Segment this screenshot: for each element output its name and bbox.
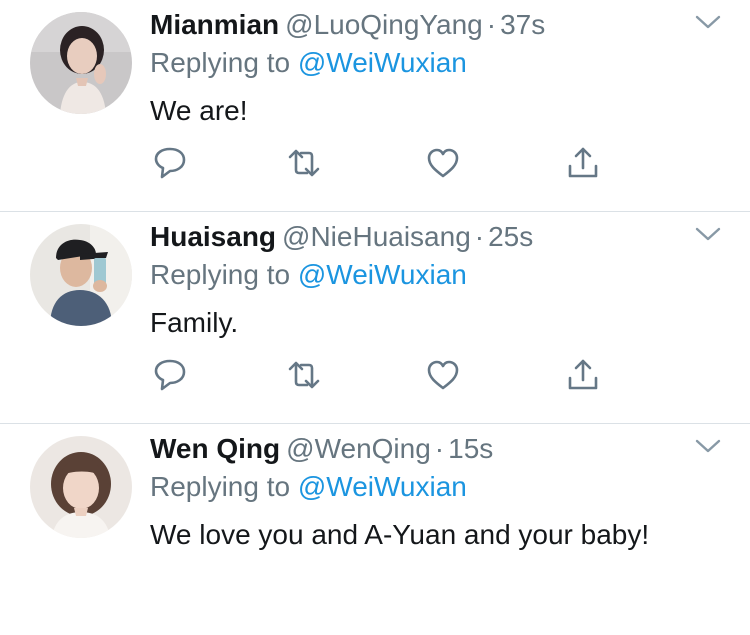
replying-to-label: Replying to <box>150 471 291 502</box>
chevron-down-icon[interactable] <box>694 12 722 32</box>
tweet[interactable]: Mianmian @LuoQingYang · 37s Replying to @We… <box>0 0 750 211</box>
avatar[interactable] <box>30 436 132 538</box>
user-handle[interactable]: @WenQing <box>286 433 431 464</box>
separator-dot: · <box>486 9 497 40</box>
heart-icon[interactable] <box>426 358 460 392</box>
tweet-header: Wen Qing @WenQing · 15s <box>150 432 493 466</box>
chevron-down-icon[interactable] <box>694 224 722 244</box>
display-name[interactable]: Wen Qing <box>150 433 280 464</box>
display-name[interactable]: Huaisang <box>150 221 276 252</box>
avatar[interactable] <box>30 224 132 326</box>
share-icon[interactable] <box>566 146 600 180</box>
user-handle[interactable]: @NieHuaisang <box>282 221 471 252</box>
retweet-icon[interactable] <box>287 358 321 392</box>
tweet-actions <box>0 146 750 182</box>
retweet-icon[interactable] <box>287 146 321 180</box>
tweet-text: Family. <box>150 307 239 338</box>
separator-dot: · <box>434 433 445 464</box>
display-name[interactable]: Mianmian <box>150 9 279 40</box>
replying-to: Replying to @WeiWuxian <box>150 46 467 80</box>
tweet-actions <box>0 358 750 394</box>
avatar[interactable] <box>30 12 132 114</box>
heart-icon[interactable] <box>426 146 460 180</box>
tweet-header: Mianmian @LuoQingYang · 37s <box>150 8 545 42</box>
tweet-header: Huaisang @NieHuaisang · 25s <box>150 220 533 254</box>
mention-link[interactable]: @WeiWuxian <box>298 259 467 290</box>
timestamp[interactable]: 25s <box>488 221 533 252</box>
mention-link[interactable]: @WeiWuxian <box>298 471 467 502</box>
tweet-text: We are! <box>150 95 248 126</box>
mention-link[interactable]: @WeiWuxian <box>298 47 467 78</box>
replying-to: Replying to @WeiWuxian <box>150 470 467 504</box>
reply-icon[interactable] <box>153 146 187 180</box>
replying-to-label: Replying to <box>150 259 291 290</box>
timestamp[interactable]: 37s <box>500 9 545 40</box>
chevron-down-icon[interactable] <box>694 436 722 456</box>
tweet[interactable]: Wen Qing @WenQing · 15s Replying to @WeiWux… <box>0 424 750 635</box>
timestamp[interactable]: 15s <box>448 433 493 464</box>
tweet[interactable]: Huaisang @NieHuaisang · 25s Replying to @We… <box>0 212 750 423</box>
separator-dot: · <box>474 221 485 252</box>
replying-to: Replying to @WeiWuxian <box>150 258 467 292</box>
replying-to-label: Replying to <box>150 47 291 78</box>
tweet-text: We love you and A-Yuan and your baby! <box>150 519 650 550</box>
reply-icon[interactable] <box>153 358 187 392</box>
share-icon[interactable] <box>566 358 600 392</box>
user-handle[interactable]: @LuoQingYang <box>285 9 483 40</box>
